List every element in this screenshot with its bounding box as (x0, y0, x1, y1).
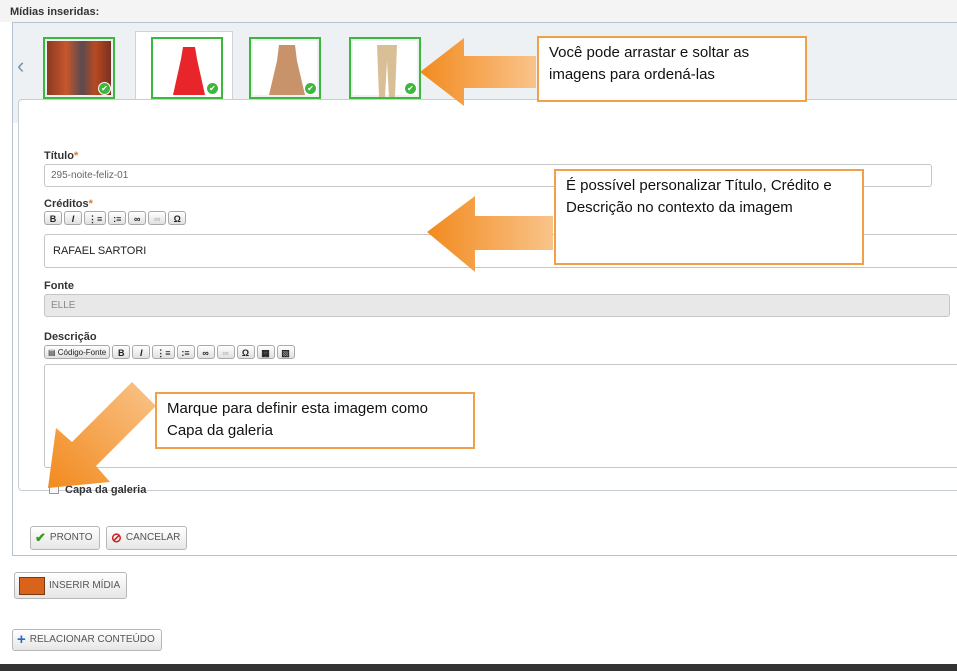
unordered-list-icon[interactable]: :≡ (176, 345, 195, 359)
inserir-label: INSERIR MÍDIA (49, 579, 121, 591)
media-icon (19, 576, 45, 595)
chevron-left-icon[interactable]: ‹ (17, 53, 24, 79)
special-char-button[interactable]: Ω (236, 345, 255, 359)
media-thumb-2[interactable]: ✔ (151, 37, 223, 99)
cancelar-button[interactable]: ⊘ CANCELAR (106, 526, 188, 550)
ordered-list-icon[interactable]: ⋮≡ (152, 345, 175, 359)
pronto-label: PRONTO (49, 532, 93, 543)
titulo-label: Título* (44, 150, 79, 162)
callout-cover: Marque para definir esta imagem como Cap… (155, 392, 475, 449)
check-icon: ✔ (98, 82, 111, 95)
relacionar-label: RELACIONAR CONTEÚDO (29, 634, 155, 645)
creditos-toolbar: B I ⋮≡ :≡ ∞ ∞ Ω (44, 211, 187, 226)
check-icon: ✔ (206, 82, 219, 95)
ordered-list-icon[interactable]: ⋮≡ (84, 211, 107, 225)
pronto-button[interactable]: ✔ PRONTO (30, 526, 100, 550)
section-header: Mídias inseridas: (0, 0, 957, 22)
callout-arrow-drag (420, 38, 536, 106)
link-icon[interactable]: ∞ (196, 345, 215, 359)
section-title: Mídias inseridas: (10, 6, 100, 18)
callout-arrow-custom (427, 196, 553, 272)
cancelar-label: CANCELAR (125, 532, 181, 543)
unordered-list-icon[interactable]: :≡ (108, 211, 127, 225)
fonte-field: ELLE (44, 294, 950, 317)
descricao-label: Descrição (44, 331, 97, 343)
media-thumb-3[interactable]: ✔ (249, 37, 321, 99)
paste-text-icon[interactable]: ▦ (256, 345, 275, 359)
check-icon: ✔ (304, 82, 317, 95)
check-icon: ✔ (35, 530, 46, 545)
fonte-label: Fonte (44, 280, 74, 292)
paste-word-icon[interactable]: ▧ (276, 345, 295, 359)
footer-bar (0, 664, 957, 671)
check-icon: ✔ (404, 82, 417, 95)
unlink-icon[interactable]: ∞ (148, 211, 167, 225)
link-icon[interactable]: ∞ (128, 211, 147, 225)
creditos-value: RAFAEL SARTORI (53, 245, 147, 257)
special-char-button[interactable]: Ω (168, 211, 187, 225)
callout-arrow-cover (48, 382, 156, 488)
source-code-button[interactable]: ▤ Código-Fonte (44, 345, 111, 359)
inserir-midia-button[interactable]: INSERIR MÍDIA (14, 572, 128, 599)
plus-icon: + (17, 631, 26, 648)
cancel-icon: ⊘ (111, 530, 122, 545)
media-thumb-1[interactable]: ✔ (43, 37, 115, 99)
media-thumb-4[interactable]: ✔ (349, 37, 421, 99)
unlink-icon[interactable]: ∞ (216, 345, 235, 359)
bold-button[interactable]: B (112, 345, 131, 359)
callout-drag: Você pode arrastar e soltar as imagens p… (537, 36, 807, 102)
creditos-label: Créditos* (44, 198, 93, 210)
italic-button[interactable]: I (132, 345, 151, 359)
bold-button[interactable]: B (44, 211, 62, 225)
callout-custom: É possível personalizar Título, Crédito … (554, 169, 864, 265)
italic-button[interactable]: I (64, 211, 82, 225)
descricao-toolbar: ▤ Código-Fonte B I ⋮≡ :≡ ∞ ∞ Ω ▦ ▧ (44, 345, 295, 360)
relacionar-conteudo-button[interactable]: + RELACIONAR CONTEÚDO (12, 629, 162, 651)
